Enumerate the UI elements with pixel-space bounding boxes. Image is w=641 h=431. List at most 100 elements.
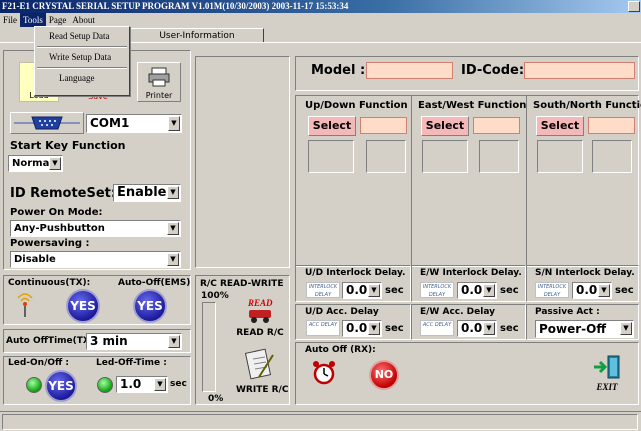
passive-act-label: Passive Act : <box>535 307 600 317</box>
led-off-time-label: Led-Off-Time : <box>96 358 167 368</box>
alarm-clock-icon <box>313 361 335 385</box>
sn-interlock-select[interactable]: 0.0 ▼ <box>572 282 612 299</box>
menu-bar: File Tools Page About <box>0 13 641 27</box>
printer-icon <box>148 67 170 87</box>
menu-item-write-setup[interactable]: Write Setup Data <box>37 50 127 65</box>
auto-off-ems-yes-button[interactable]: YES <box>133 289 167 323</box>
auto-off-ems-label: Auto-Off(EMS) <box>118 278 191 288</box>
ew-interlock-select[interactable]: 0.0 ▼ <box>457 282 497 299</box>
auto-off-rx-label: Auto Off (RX): <box>305 345 376 355</box>
up-down-box-right <box>366 140 406 173</box>
chevron-down-icon: ▼ <box>154 378 166 391</box>
continuous-yes-button[interactable]: YES <box>66 289 100 323</box>
chevron-down-icon: ▼ <box>598 284 610 297</box>
menu-page[interactable]: Page <box>46 13 70 27</box>
id-remote-value: Enable <box>117 185 167 200</box>
printer-button[interactable]: Printer <box>137 62 181 102</box>
ud-acc-label: U/D Acc. Delay <box>305 307 379 317</box>
power-on-label: Power On Mode: <box>10 207 103 218</box>
sn-interlock-label: S/N Interlock Delay. <box>535 268 635 278</box>
menu-tools[interactable]: Tools <box>20 13 46 27</box>
menu-separator <box>37 46 127 48</box>
exit-button[interactable]: EXIT <box>586 352 628 396</box>
middle-empty-panel <box>195 56 290 268</box>
interlock-delay-icon: INTERLOCK DELAY <box>535 282 569 298</box>
start-key-select[interactable]: Normal ▼ <box>8 155 63 172</box>
tab-user-information[interactable]: User-Information <box>130 28 264 43</box>
antenna-icon <box>17 293 33 317</box>
ud-acc-select[interactable]: 0.0 ▼ <box>342 320 382 337</box>
sn-interlock-value: 0.0 <box>576 283 598 297</box>
chevron-down-icon: ▼ <box>167 222 179 235</box>
ew-acc-label: E/W Acc. Delay <box>420 307 496 317</box>
progress-bottom-label: 0% <box>208 394 224 404</box>
east-west-function-field[interactable] <box>473 117 520 134</box>
east-west-function-label: East/West Function <box>418 100 527 111</box>
printer-label: Printer <box>145 91 173 100</box>
id-code-field[interactable] <box>524 62 635 79</box>
read-icon-text: READ <box>247 298 273 308</box>
ud-interlock-select[interactable]: 0.0 ▼ <box>342 282 382 299</box>
green-led-icon <box>26 377 42 393</box>
acc-delay-icon: ACC DELAY <box>306 320 340 336</box>
chevron-down-icon: ▼ <box>620 322 632 335</box>
id-remote-label: ID RemoteSet: <box>10 186 117 201</box>
status-bar <box>0 411 641 431</box>
acc-delay-icon: ACC DELAY <box>420 320 454 336</box>
auto-off-rx-no-button[interactable]: NO <box>369 360 399 390</box>
model-field[interactable] <box>366 62 453 79</box>
sn-interlock-unit: sec <box>615 285 634 296</box>
id-remote-select[interactable]: Enable ▼ <box>113 184 181 202</box>
start-key-value: Normal <box>12 158 53 169</box>
write-clipboard-icon <box>245 348 274 380</box>
rc-read-write-label: R/C READ-WRITE <box>200 279 284 289</box>
read-rc-label: READ R/C <box>236 328 284 338</box>
serial-port-icon <box>14 116 80 130</box>
up-down-function-field[interactable] <box>360 117 407 134</box>
menu-item-language[interactable]: Language <box>37 71 127 86</box>
ew-interlock-label: E/W Interlock Delay. <box>420 268 522 278</box>
read-rc-button[interactable]: READ READ R/C <box>236 295 284 341</box>
continuous-label: Continuous(TX): <box>8 278 91 288</box>
window-control-button[interactable] <box>628 1 640 12</box>
rc-progress-bar <box>202 302 216 392</box>
chevron-down-icon: ▼ <box>368 284 380 297</box>
com-port-select[interactable]: COM1 ▼ <box>86 114 182 133</box>
com-port-value: COM1 <box>90 116 130 130</box>
chevron-down-icon: ▼ <box>168 116 180 131</box>
powersaving-label: Powersaving : <box>10 238 90 249</box>
auto-off-time-value: 3 min <box>90 334 128 348</box>
passive-act-select[interactable]: Power-Off ▼ <box>535 320 634 338</box>
chevron-down-icon: ▼ <box>167 186 179 199</box>
auto-off-time-select[interactable]: 3 min ▼ <box>86 333 182 350</box>
up-down-function-label: Up/Down Function <box>305 100 408 111</box>
id-code-label: ID-Code: <box>461 63 525 78</box>
led-on-yes-button[interactable]: YES <box>45 370 77 402</box>
led-off-time-value: 1.0 <box>120 377 142 391</box>
write-rc-button[interactable]: WRITE R/C <box>236 347 288 397</box>
chevron-down-icon: ▼ <box>368 322 380 335</box>
powersaving-select[interactable]: Disable ▼ <box>10 251 181 268</box>
port-connector-button[interactable] <box>10 112 84 134</box>
chevron-down-icon: ▼ <box>167 253 179 266</box>
chevron-down-icon: ▼ <box>168 335 180 348</box>
menu-file[interactable]: File <box>0 13 20 27</box>
read-car-icon: READ <box>247 298 273 323</box>
chevron-down-icon: ▼ <box>483 284 495 297</box>
green-led-icon <box>97 377 113 393</box>
south-north-select-button[interactable]: Select <box>536 116 584 136</box>
menu-about[interactable]: About <box>69 13 98 27</box>
east-west-select-button[interactable]: Select <box>421 116 469 136</box>
ew-acc-unit: sec <box>500 323 519 334</box>
ew-acc-select[interactable]: 0.0 ▼ <box>457 320 497 337</box>
ud-acc-value: 0.0 <box>346 321 368 335</box>
menu-item-read-setup[interactable]: Read Setup Data <box>37 29 127 44</box>
start-key-label: Start Key Function <box>10 139 126 152</box>
up-down-select-button[interactable]: Select <box>308 116 356 136</box>
led-off-time-select[interactable]: 1.0 ▼ <box>116 376 168 393</box>
south-north-function-field[interactable] <box>588 117 635 134</box>
ew-interlock-value: 0.0 <box>461 283 483 297</box>
led-off-time-unit: sec <box>170 379 187 389</box>
up-down-box-left <box>308 140 354 173</box>
power-on-select[interactable]: Any-Pushbutton ▼ <box>10 220 181 237</box>
